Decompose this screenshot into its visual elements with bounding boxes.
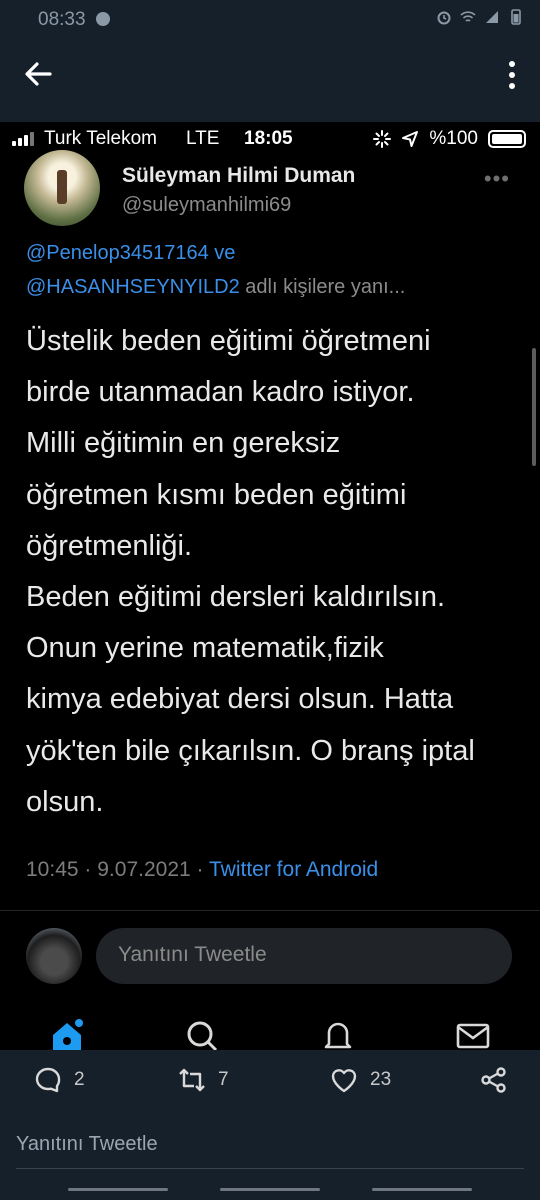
signal-icon bbox=[12, 132, 34, 146]
meta-separator: · bbox=[196, 858, 204, 881]
like-count: 23 bbox=[370, 1069, 392, 1090]
avatar[interactable] bbox=[26, 928, 82, 984]
tweet-actions: 2 7 23 bbox=[0, 1062, 540, 1102]
search-icon[interactable] bbox=[184, 1018, 220, 1050]
tweet-text: Üstelik beden eğitimi öğretmeni birde ut… bbox=[26, 325, 475, 818]
mention-link[interactable]: @Penelop34517164 bbox=[26, 242, 209, 264]
avatar[interactable] bbox=[24, 150, 100, 226]
tweet-screenshot: Turk Telekom LTE 18:05 %100 Süleyman Hil… bbox=[0, 122, 540, 1050]
outer-status-bar: 08:33 bbox=[0, 0, 540, 40]
reply-to-line-1: @Penelop34517164 ve bbox=[26, 242, 235, 265]
input-underline bbox=[16, 1168, 524, 1169]
status-icons bbox=[436, 9, 524, 25]
ios-status-bar: Turk Telekom LTE 18:05 %100 bbox=[0, 122, 540, 158]
reply-placeholder: Yanıtını Tweetle bbox=[118, 943, 267, 966]
ios-time: 18:05 bbox=[244, 128, 293, 149]
reply-count: 2 bbox=[74, 1069, 85, 1090]
reply-input[interactable]: Yanıtını Tweetle bbox=[96, 928, 512, 984]
tweet-time: 10:45 bbox=[26, 858, 79, 881]
tweet-meta: 10:45 · 9.07.2021 · Twitter for Android bbox=[26, 858, 378, 882]
tweet-source[interactable]: Twitter for Android bbox=[209, 858, 378, 881]
nav-gesture-bar[interactable] bbox=[372, 1188, 472, 1191]
retweet-icon bbox=[179, 1068, 205, 1092]
reply-to-line-2: @HASANHSEYNYILD2 adlı kişilere yanı... bbox=[26, 276, 405, 299]
wifi-icon bbox=[460, 11, 476, 22]
heart-icon bbox=[331, 1069, 357, 1093]
loading-icon bbox=[373, 130, 392, 148]
reply-suffix: adlı kişilere yanı... bbox=[239, 276, 406, 298]
app-notification-icon bbox=[96, 12, 110, 26]
author-handle[interactable]: @suleymanhilmi69 bbox=[122, 194, 291, 217]
carrier-name: Turk Telekom bbox=[44, 128, 157, 149]
battery-icon bbox=[488, 130, 526, 148]
network-type: LTE bbox=[186, 128, 220, 149]
nav-gesture-bar[interactable] bbox=[68, 1188, 168, 1191]
more-vertical-icon[interactable] bbox=[504, 58, 520, 92]
author-name[interactable]: Süleyman Hilmi Duman bbox=[122, 164, 355, 188]
retweet-button[interactable]: 7 bbox=[178, 1066, 229, 1094]
mention-link[interactable]: @HASANHSEYNYILD2 bbox=[26, 276, 240, 298]
home-icon[interactable] bbox=[49, 1018, 85, 1050]
divider bbox=[0, 910, 540, 911]
ios-status-icons: %100 bbox=[373, 128, 526, 150]
reply-conjunction: ve bbox=[208, 242, 236, 264]
reply-button[interactable]: 2 bbox=[34, 1066, 85, 1094]
scrollbar[interactable] bbox=[532, 348, 536, 466]
tweet-date: 9.07.2021 bbox=[97, 858, 191, 881]
bell-icon[interactable] bbox=[320, 1018, 356, 1050]
nav-gesture-bar[interactable] bbox=[220, 1188, 320, 1191]
more-horizontal-icon[interactable]: ••• bbox=[484, 166, 510, 192]
status-time: 08:33 bbox=[38, 9, 86, 30]
location-icon bbox=[402, 131, 419, 147]
share-button[interactable] bbox=[480, 1066, 508, 1094]
battery-percent: %100 bbox=[429, 128, 478, 149]
reply-tweet-input[interactable]: Yanıtını Tweetle bbox=[16, 1133, 158, 1156]
retweet-count: 7 bbox=[218, 1069, 229, 1090]
share-icon bbox=[481, 1067, 506, 1093]
mail-icon[interactable] bbox=[455, 1018, 491, 1050]
comment-icon bbox=[35, 1067, 61, 1093]
signal-icon bbox=[486, 11, 498, 23]
like-button[interactable]: 23 bbox=[330, 1066, 391, 1094]
battery-icon bbox=[511, 9, 521, 25]
alarm-icon bbox=[437, 11, 451, 25]
meta-separator: · bbox=[84, 858, 92, 881]
arrow-left-icon[interactable] bbox=[20, 58, 56, 90]
